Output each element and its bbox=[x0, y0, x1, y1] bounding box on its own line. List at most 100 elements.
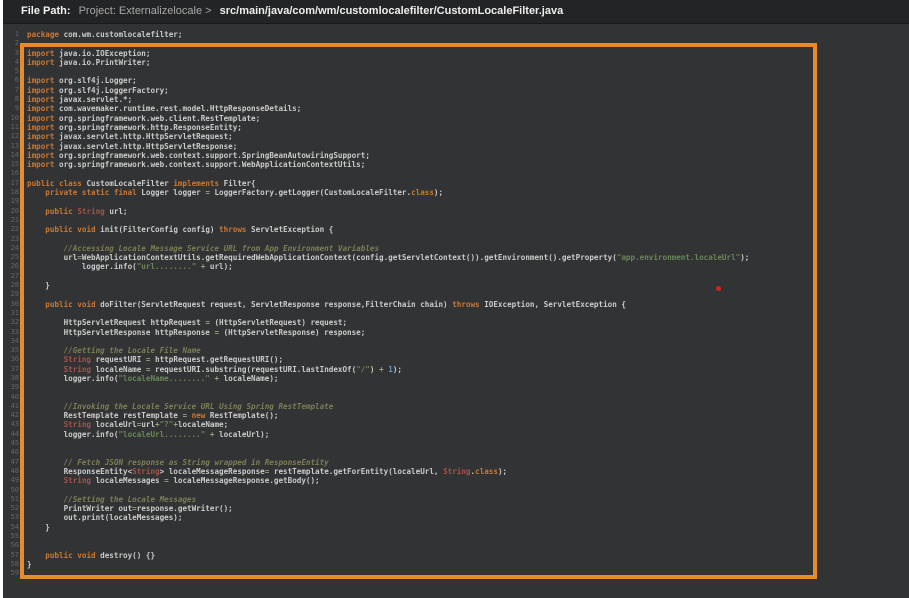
code-line[interactable]: 47 // Fetch JSON response as String wrap… bbox=[3, 458, 909, 467]
line-number: 43 bbox=[3, 420, 19, 429]
code-line[interactable]: 24 //Accessing Locale Message Service UR… bbox=[3, 244, 909, 253]
code-text: ResponseEntity<String> localeMessageResp… bbox=[27, 467, 507, 476]
code-line[interactable]: 9import com.wavemaker.runtime.rest.model… bbox=[3, 104, 909, 113]
line-number: 22 bbox=[3, 225, 19, 234]
code-line[interactable]: 42 RestTemplate restTemplate = new RestT… bbox=[3, 411, 909, 420]
code-line[interactable]: 38 logger.info("localeName........" + lo… bbox=[3, 374, 909, 383]
code-line[interactable]: 50 bbox=[3, 486, 909, 495]
code-line[interactable]: 22▾ public void init(FilterConfig config… bbox=[3, 225, 909, 234]
code-line[interactable]: 27 bbox=[3, 272, 909, 281]
code-line[interactable]: 15import org.springframework.web.context… bbox=[3, 160, 909, 169]
code-line[interactable]: 12import javax.servlet.http.HttpServletR… bbox=[3, 132, 909, 141]
code-text: import java.io.IOException; bbox=[27, 49, 150, 58]
code-text: public void doFilter(ServletRequest requ… bbox=[27, 300, 626, 309]
code-line[interactable]: 2 bbox=[3, 39, 909, 48]
line-number: 10 bbox=[3, 114, 19, 123]
code-line[interactable]: 39 bbox=[3, 383, 909, 392]
code-text: url=WebApplicationContextUtils.getRequir… bbox=[27, 253, 749, 262]
code-line[interactable]: 49 String localeMessages = localeMessage… bbox=[3, 476, 909, 485]
code-line[interactable]: 16 bbox=[3, 169, 909, 178]
file-path: src/main/java/com/wm/customlocalefilter/… bbox=[220, 5, 564, 17]
code-line[interactable]: 31 bbox=[3, 309, 909, 318]
line-number: 11 bbox=[3, 123, 19, 132]
line-number: 26 bbox=[3, 262, 19, 271]
code-text: public class CustomLocaleFilter implemen… bbox=[27, 179, 256, 188]
code-line[interactable]: 45 bbox=[3, 439, 909, 448]
code-line[interactable]: 7import org.slf4j.LoggerFactory; bbox=[3, 86, 909, 95]
code-line[interactable]: 52 PrintWriter out=response.getWriter(); bbox=[3, 504, 909, 513]
code-line[interactable]: 48 ResponseEntity<String> localeMessageR… bbox=[3, 467, 909, 476]
code-line[interactable]: 33 HttpServletResponse httpResponse = (H… bbox=[3, 328, 909, 337]
code-line[interactable]: 14import org.springframework.web.context… bbox=[3, 151, 909, 160]
code-text: import org.springframework.web.context.s… bbox=[27, 160, 365, 169]
code-line[interactable]: 20 public String url; bbox=[3, 207, 909, 216]
code-line[interactable]: 56 bbox=[3, 541, 909, 550]
code-line[interactable]: 18 private static final Logger logger = … bbox=[3, 188, 909, 197]
code-line[interactable]: 34 bbox=[3, 337, 909, 346]
line-number: 4 bbox=[3, 58, 19, 67]
code-text: //Invoking the Locale Service URL Using … bbox=[27, 402, 333, 411]
fold-spacer bbox=[19, 104, 27, 113]
code-line[interactable]: 41 //Invoking the Locale Service URL Usi… bbox=[3, 402, 909, 411]
code-area[interactable]: 1package com.wm.customlocalefilter;23imp… bbox=[3, 30, 909, 579]
code-line[interactable]: 57 public void destroy() {} bbox=[3, 551, 909, 560]
fold-spacer bbox=[19, 281, 27, 290]
code-line[interactable]: 5 bbox=[3, 67, 909, 76]
code-line[interactable]: 35 //Getting the Locale File Name bbox=[3, 346, 909, 355]
code-line[interactable]: 19 bbox=[3, 197, 909, 206]
code-line[interactable]: 10import org.springframework.web.client.… bbox=[3, 114, 909, 123]
code-text: //Accessing Locale Message Service URL f… bbox=[27, 244, 379, 253]
fold-spacer bbox=[19, 328, 27, 337]
code-line[interactable]: 37 String localeName = requestURI.substr… bbox=[3, 365, 909, 374]
code-line[interactable]: 58} bbox=[3, 560, 909, 569]
fold-spacer bbox=[19, 132, 27, 141]
code-text: PrintWriter out=response.getWriter(); bbox=[27, 504, 233, 513]
code-line[interactable]: 53 out.print(localeMessages); bbox=[3, 513, 909, 522]
code-line[interactable]: 29 bbox=[3, 290, 909, 299]
code-line[interactable]: 43 String localeUrl=url+"?"+localeName; bbox=[3, 420, 909, 429]
code-line[interactable]: 55 bbox=[3, 532, 909, 541]
fold-spacer bbox=[19, 253, 27, 262]
line-number: 7 bbox=[3, 86, 19, 95]
fold-marker-icon[interactable]: ▾ bbox=[19, 225, 27, 234]
code-line[interactable]: 17▾public class CustomLocaleFilter imple… bbox=[3, 179, 909, 188]
code-line[interactable]: 23 bbox=[3, 235, 909, 244]
line-number: 12 bbox=[3, 132, 19, 141]
line-number: 14 bbox=[3, 151, 19, 160]
code-editor[interactable]: 1package com.wm.customlocalefilter;23imp… bbox=[3, 24, 909, 598]
code-line[interactable]: 30▾ public void doFilter(ServletRequest … bbox=[3, 300, 909, 309]
code-line[interactable]: 59 bbox=[3, 569, 909, 578]
ide-window: File Path: Project: Externalizelocale > … bbox=[3, 0, 909, 598]
code-line[interactable]: 3import java.io.IOException; bbox=[3, 49, 909, 58]
code-line[interactable]: 28 } bbox=[3, 281, 909, 290]
code-line[interactable]: 13import javax.servlet.http.HttpServletR… bbox=[3, 142, 909, 151]
fold-marker-icon[interactable]: ▾ bbox=[19, 300, 27, 309]
code-line[interactable]: 11import org.springframework.http.Respon… bbox=[3, 123, 909, 132]
code-line[interactable]: 44 logger.info("localeUrl........" + loc… bbox=[3, 430, 909, 439]
code-line[interactable]: 46 bbox=[3, 448, 909, 457]
file-path-label: File Path: bbox=[21, 5, 71, 17]
code-line[interactable]: 40 bbox=[3, 393, 909, 402]
code-line[interactable]: 36 String requestURI = httpRequest.getRe… bbox=[3, 355, 909, 364]
code-line[interactable]: 6import org.slf4j.Logger; bbox=[3, 76, 909, 85]
line-number: 36 bbox=[3, 355, 19, 364]
fold-marker-icon[interactable]: ▾ bbox=[19, 179, 27, 188]
code-text: RestTemplate restTemplate = new RestTemp… bbox=[27, 411, 278, 420]
code-text: logger.info("localeUrl........" + locale… bbox=[27, 430, 269, 439]
fold-spacer bbox=[19, 532, 27, 541]
code-line[interactable]: 21 bbox=[3, 216, 909, 225]
code-line[interactable]: 51 //Setting the Locale Messages bbox=[3, 495, 909, 504]
code-text: import javax.servlet.*; bbox=[27, 95, 132, 104]
code-text: package com.wm.customlocalefilter; bbox=[27, 30, 182, 39]
line-number: 28 bbox=[3, 281, 19, 290]
code-line[interactable]: 32 HttpServletRequest httpRequest = (Htt… bbox=[3, 318, 909, 327]
line-number: 59 bbox=[3, 569, 19, 578]
fold-spacer bbox=[19, 244, 27, 253]
code-line[interactable]: 1package com.wm.customlocalefilter; bbox=[3, 30, 909, 39]
code-line[interactable]: 4import java.io.PrintWriter; bbox=[3, 58, 909, 67]
code-line[interactable]: 26 logger.info("url........" + url); bbox=[3, 262, 909, 271]
fold-spacer bbox=[19, 39, 27, 48]
code-line[interactable]: 54 } bbox=[3, 523, 909, 532]
code-line[interactable]: 25 url=WebApplicationContextUtils.getReq… bbox=[3, 253, 909, 262]
code-line[interactable]: 8import javax.servlet.*; bbox=[3, 95, 909, 104]
